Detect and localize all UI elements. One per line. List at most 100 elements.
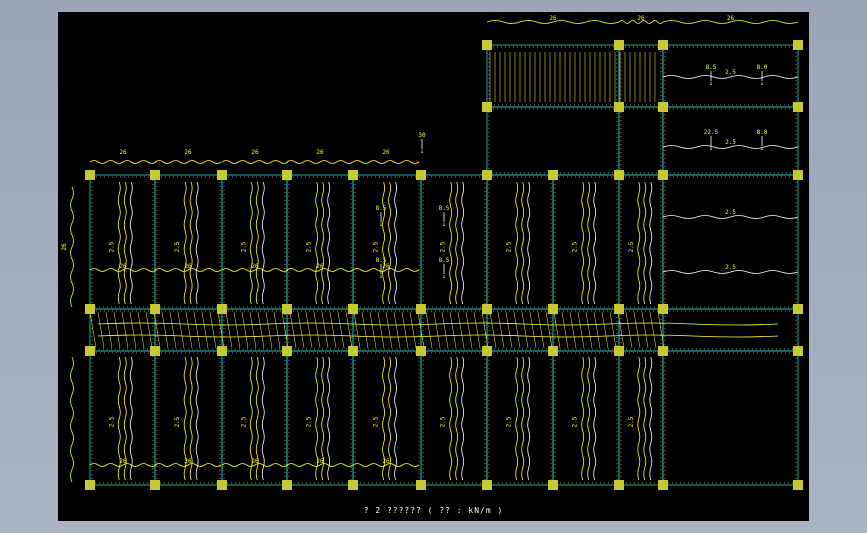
midband-hatch: [457, 311, 465, 349]
point-load-label: 22.5: [704, 129, 719, 136]
column-node: [658, 40, 668, 50]
bay-load-curve: [461, 181, 465, 305]
bay-load-curve: [581, 356, 585, 481]
drawing-canvas[interactable]: 26 26 26 26 26 26 26 26 26 26 26 26 26 26 26 26 26 26 2.5 2…: [58, 12, 809, 521]
bay-load-curve: [461, 356, 465, 481]
column-node: [482, 170, 492, 180]
beam-ticks: [156, 176, 221, 308]
grid-beam: [618, 308, 664, 352]
beam-load-curve: [89, 160, 157, 164]
midband-hatch: [609, 311, 617, 349]
bay-load-curve: [394, 181, 397, 305]
column-node: [793, 102, 803, 112]
midband-hatch: [537, 311, 545, 349]
beam-ticks: [664, 310, 797, 350]
bay-load-label: 2.5: [572, 416, 579, 427]
bay-load-curve: [649, 181, 653, 305]
point-load-label: 8.0: [757, 64, 768, 71]
beam-load-curve: [352, 160, 420, 164]
bay-load-curve: [455, 181, 459, 305]
column-node: [282, 346, 292, 356]
midband-hatch: [409, 311, 417, 349]
grid-beam: [552, 174, 620, 310]
grid-beam: [286, 174, 354, 310]
midband-hatch: [529, 311, 537, 349]
column-node: [614, 170, 624, 180]
grid-beam: [552, 350, 620, 486]
midband-hatch: [145, 311, 153, 349]
midband-hatch: [113, 311, 121, 349]
column-node: [150, 480, 160, 490]
beam-load-label: 26: [727, 15, 735, 22]
bay-load-curve: [129, 356, 133, 481]
midband-hatch: [593, 311, 601, 349]
column-node: [614, 102, 624, 112]
bay-load-label: 2.5: [306, 416, 313, 427]
grid-beam: [662, 350, 799, 486]
midband-hatch: [297, 311, 305, 349]
column-node: [217, 480, 227, 490]
beam-load-label: 26: [382, 149, 390, 156]
beam-ticks: [488, 310, 552, 350]
midband-hatch: [137, 311, 145, 349]
midband-hatch: [161, 311, 169, 349]
beam-ticks: [664, 352, 797, 484]
bay-load-curve: [581, 181, 585, 305]
bay-load-curve: [649, 356, 653, 481]
bay-load-curve: [527, 356, 531, 481]
bay-load-curve: [261, 356, 265, 481]
midband-hatch: [377, 311, 385, 349]
bay-load-curve: [123, 181, 127, 305]
point-load-arrow-head: ↓: [420, 148, 424, 155]
column-node: [614, 304, 624, 314]
grid-beam: [221, 174, 288, 310]
bay-load-curve: [129, 181, 133, 305]
bay-load-curve: [515, 181, 519, 305]
midband-hatch: [105, 311, 113, 349]
column-node: [482, 346, 492, 356]
point-load-arrow-head: ↓: [709, 80, 713, 87]
beam-ticks: [488, 108, 618, 174]
span-load-label: 2.5: [725, 209, 736, 216]
midband-hatch: [625, 311, 633, 349]
column-node: [348, 170, 358, 180]
midband-hatch: [273, 311, 281, 349]
point-load-label: 8.5: [439, 205, 450, 212]
beam-ticks: [620, 108, 662, 174]
midband-hatch: [441, 311, 449, 349]
bay-load-label: 2.5: [240, 416, 247, 427]
beam-ticks: [223, 176, 286, 308]
column-node: [150, 170, 160, 180]
bay-load-curve: [449, 181, 453, 305]
bay-load-label: 2.5: [628, 241, 635, 252]
midband-hatch: [449, 311, 457, 349]
column-node: [548, 480, 558, 490]
point-load-label: 8.5: [376, 205, 387, 212]
midband-hatch: [425, 311, 433, 349]
span-load-label: 2.5: [725, 69, 736, 76]
beam-load-label: 26: [184, 458, 192, 465]
beam-load-label: 26: [251, 149, 259, 156]
grid-beam: [486, 106, 620, 176]
beam-ticks: [554, 310, 618, 350]
beam-ticks: [554, 352, 618, 484]
midband-hatch: [249, 311, 257, 349]
beam-load-curve: [154, 160, 222, 164]
midband-hatch: [601, 311, 609, 349]
midband-hatch: [129, 311, 137, 349]
column-node: [548, 346, 558, 356]
bay-load-curve: [249, 181, 253, 305]
beam-ticks: [554, 176, 618, 308]
point-load-arrow-head: ↓: [760, 145, 764, 152]
span-load-label: 2.5: [725, 139, 736, 146]
column-node: [482, 480, 492, 490]
grid-beam: [486, 174, 554, 310]
bay-load-curve: [321, 181, 325, 305]
point-load-label: 8.5: [376, 257, 387, 264]
midband-hatch: [385, 311, 393, 349]
beam-ticks: [288, 176, 352, 308]
point-load-arrow-head: ↓: [442, 221, 446, 228]
beam-load-label: 26: [382, 458, 390, 465]
column-node: [348, 346, 358, 356]
column-node: [416, 170, 426, 180]
